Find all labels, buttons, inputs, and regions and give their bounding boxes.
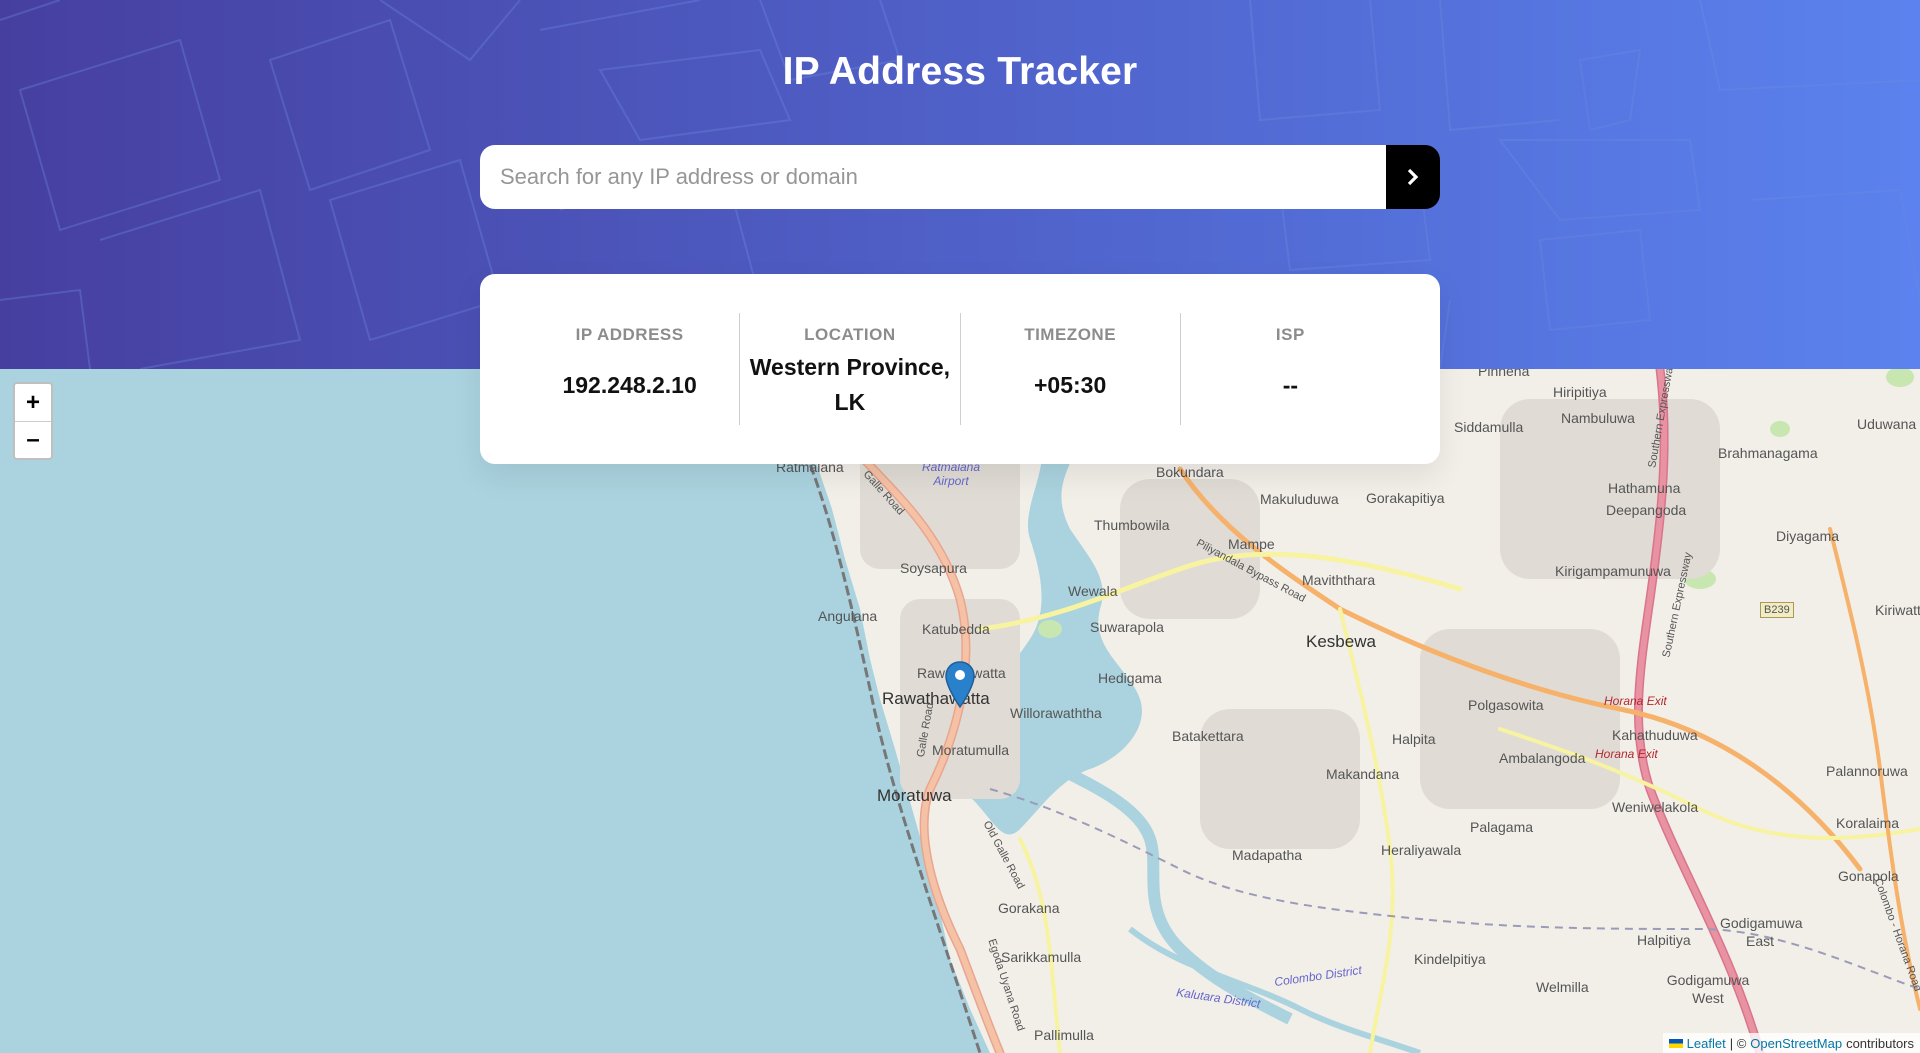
page-title: IP Address Tracker <box>782 50 1138 93</box>
place-gorakapitiya: Gorakapitiya <box>1366 490 1445 506</box>
place-ratmalana-airport: Ratmalana Airport <box>921 460 981 488</box>
place-pallimulla: Pallimulla <box>1034 1027 1094 1043</box>
place-heraliyawala: Heraliyawala <box>1381 842 1462 858</box>
place-brahmanagama: Brahmanagama <box>1718 445 1818 461</box>
place-koralaima: Koralaima <box>1836 815 1900 831</box>
place-makuluduwa: Makuluduwa <box>1260 491 1339 507</box>
place-pinnena: Pinnena <box>1478 369 1530 379</box>
zoom-out-button[interactable]: – <box>15 421 51 458</box>
attribution-separator: | © <box>1729 1035 1747 1051</box>
search-submit-button[interactable] <box>1386 145 1440 209</box>
timezone-value: +05:30 <box>1033 371 1107 398</box>
openstreetmap-link[interactable]: OpenStreetMap <box>1750 1036 1842 1051</box>
chevron-right-icon <box>1407 168 1419 186</box>
search-bar <box>480 145 1440 209</box>
ukraine-flag-icon <box>1668 1038 1683 1048</box>
place-uduwana: Uduwana <box>1857 416 1917 432</box>
place-hathamuna: Hathamuna <box>1608 480 1681 496</box>
place-kirigampamunuwa: Kirigampamunuwa <box>1555 563 1671 579</box>
place-soysapura: Soysapura <box>900 560 967 576</box>
location-label: LOCATION <box>804 325 896 344</box>
place-gorakana: Gorakana <box>998 900 1060 916</box>
ip-info-card: IP ADDRESS 192.248.2.10 LOCATION Western… <box>480 274 1440 464</box>
place-ambalangoda: Ambalangoda <box>1499 750 1586 766</box>
place-kindelpitiya: Kindelpitiya <box>1414 951 1486 967</box>
place-nambuluwa: Nambuluwa <box>1561 410 1635 426</box>
info-timezone: TIMEZONE +05:30 <box>959 313 1180 425</box>
place-hiripitiya: Hiripitiya <box>1553 384 1607 400</box>
place-willorawaththa: Willorawaththa <box>1010 705 1102 721</box>
place-moratumulla: Moratumulla <box>932 742 1010 758</box>
place-halpitiya: Halpitiya <box>1637 932 1691 948</box>
place-godigamuwa-west: Godigamuwa West <box>1666 972 1750 1006</box>
place-halpita: Halpita <box>1392 731 1436 747</box>
place-weniwelakola: Weniwelakola <box>1612 799 1699 815</box>
map-view[interactable]: Ratmalana Ratmalana Airport Bokundara Ma… <box>0 369 1920 1053</box>
zoom-in-button[interactable]: + <box>15 384 51 421</box>
place-makandana: Makandana <box>1326 766 1400 782</box>
place-diyagama: Diyagama <box>1776 528 1840 544</box>
place-kiriwattuduwa: Kiriwattu <box>1875 602 1920 618</box>
attribution-contributors: contributors <box>1846 1035 1914 1051</box>
place-welmilla: Welmilla <box>1536 979 1589 995</box>
place-palannoruwa: Palannoruwa <box>1826 763 1908 779</box>
ip-address-value: 192.248.2.10 <box>562 371 697 398</box>
timezone-label: TIMEZONE <box>1024 325 1117 344</box>
map-marker-icon[interactable] <box>945 661 975 709</box>
info-isp: ISP -- <box>1179 313 1400 425</box>
place-godigamuwa-east: Godigamuwa East <box>1720 915 1803 949</box>
zoom-control: + – <box>13 382 53 460</box>
map-attribution: Leaflet | © OpenStreetMap contributors <box>1662 1033 1920 1053</box>
place-kesbewa: Kesbewa <box>1306 632 1376 651</box>
place-bokundara: Bokundara <box>1156 464 1224 480</box>
place-batakettara: Batakettara <box>1172 728 1244 744</box>
place-polgasowita: Polgasowita <box>1468 697 1544 713</box>
place-maviththara: Maviththara <box>1302 572 1376 588</box>
search-input[interactable] <box>480 145 1386 209</box>
place-deepangoda: Deepangoda <box>1606 502 1687 518</box>
isp-value: -- <box>1282 371 1299 398</box>
place-wewala: Wewala <box>1068 583 1118 599</box>
leaflet-link[interactable]: Leaflet <box>1687 1036 1726 1051</box>
place-suwarapola: Suwarapola <box>1090 619 1164 635</box>
place-kahathuduwa: Kahathuduwa <box>1612 727 1698 743</box>
location-value: Western Province, LK <box>749 354 950 415</box>
ip-address-label: IP ADDRESS <box>575 325 684 344</box>
place-thumbowila: Thumbowila <box>1094 517 1170 533</box>
place-mampe: Mampe <box>1228 536 1275 552</box>
place-palagama: Palagama <box>1470 819 1534 835</box>
place-sarikkamulla: Sarikkamulla <box>1001 949 1082 965</box>
label-b239: B239 <box>1760 602 1794 618</box>
place-siddamulla: Siddamulla <box>1454 419 1524 435</box>
info-location: LOCATION Western Province, LK <box>739 313 959 425</box>
place-madapatha: Madapatha <box>1232 847 1303 863</box>
info-ip-address: IP ADDRESS 192.248.2.10 <box>520 313 739 425</box>
label-horana-exit-1: Horana Exit <box>1604 694 1667 708</box>
place-katubedda: Katubedda <box>922 621 990 637</box>
place-gonapola: Gonapola <box>1838 868 1899 884</box>
isp-label: ISP <box>1275 325 1305 344</box>
place-moratuwa: Moratuwa <box>877 786 952 805</box>
place-angulana: Angulana <box>818 608 878 624</box>
place-hedigama: Hedigama <box>1098 670 1162 686</box>
label-horana-exit-2: Horana Exit <box>1595 747 1658 761</box>
